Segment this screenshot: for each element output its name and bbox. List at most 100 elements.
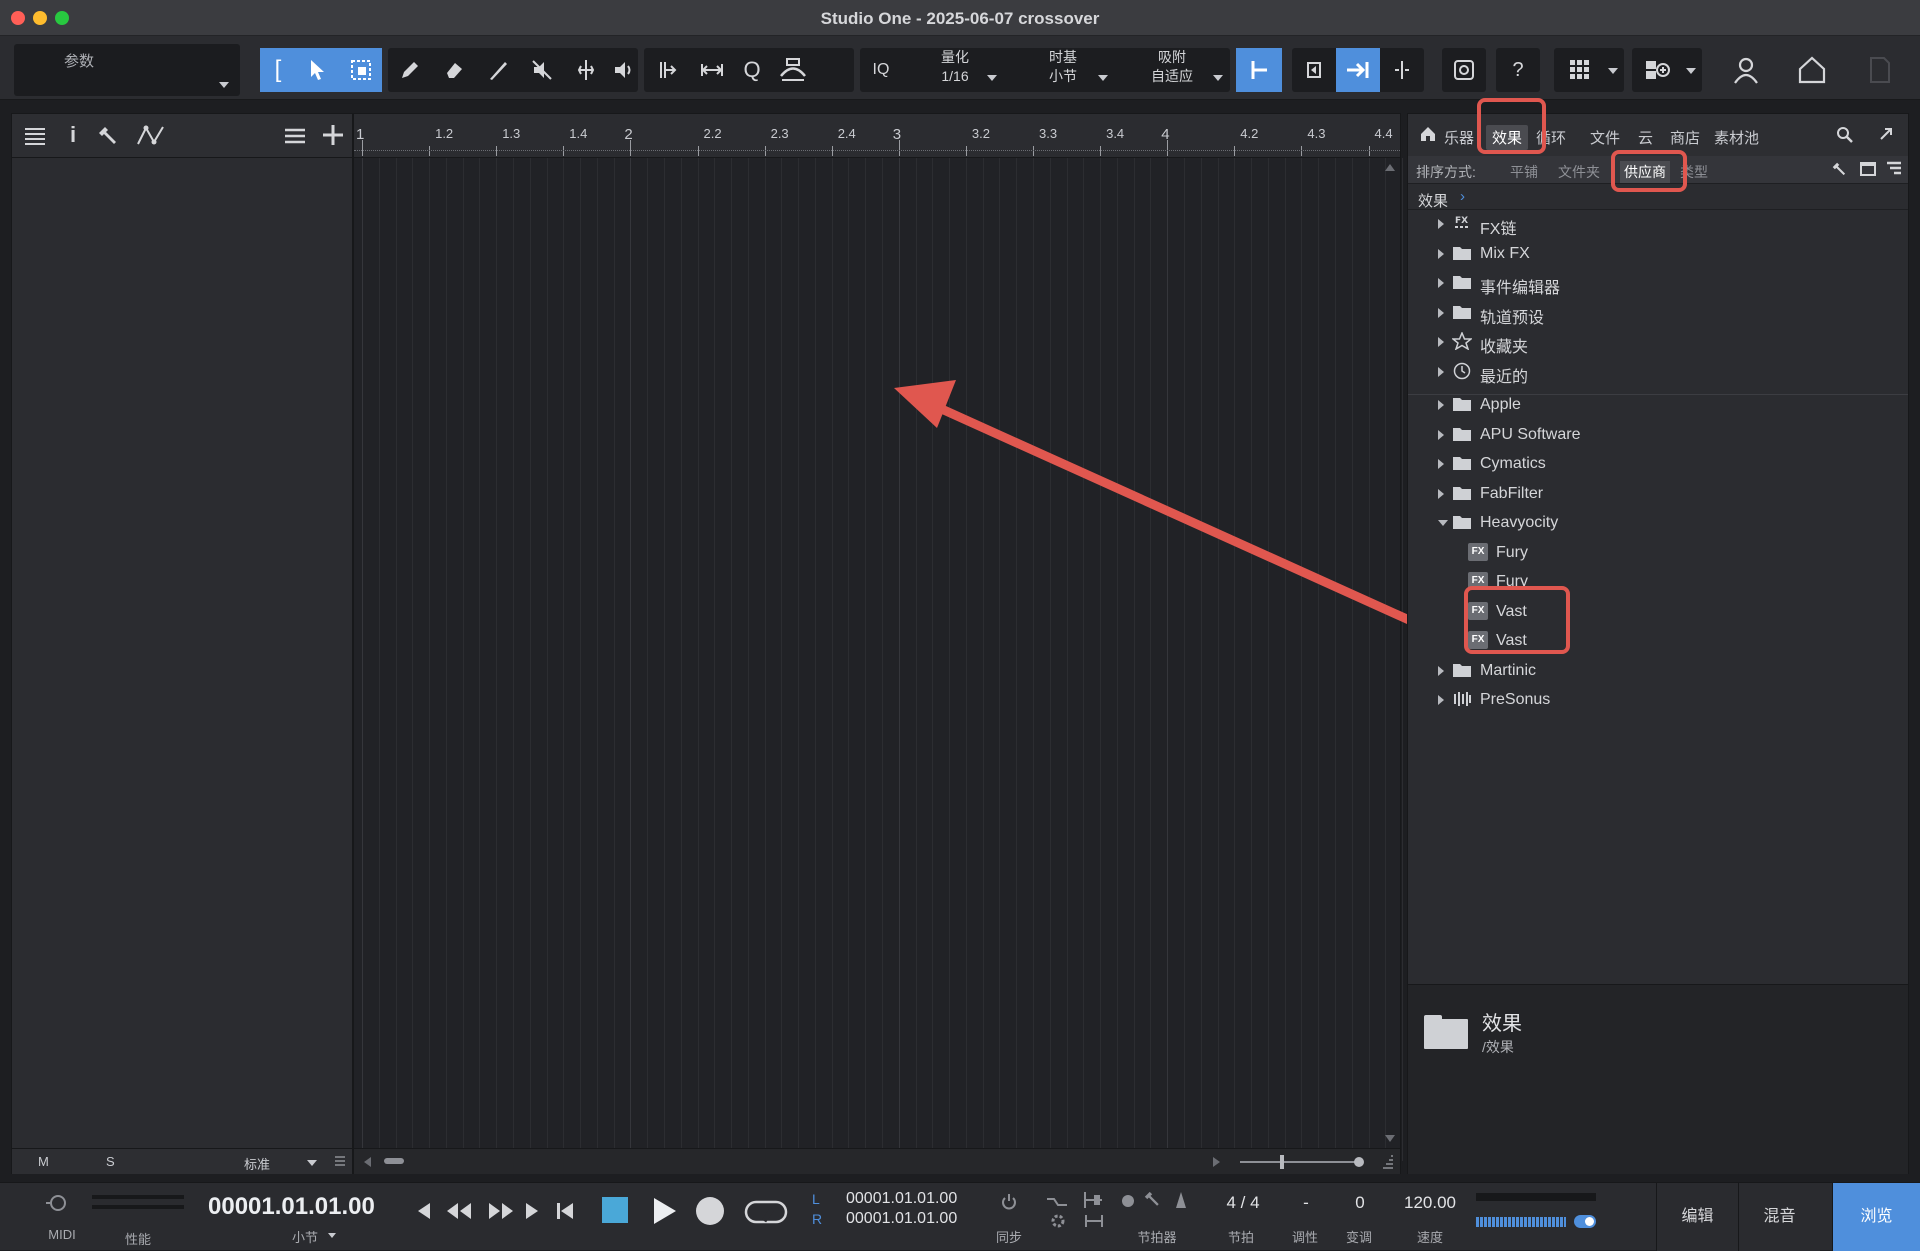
arrow-tool-button[interactable] xyxy=(296,48,340,92)
timestretch-button[interactable] xyxy=(690,48,734,92)
tree-item[interactable]: 最近的 xyxy=(1408,358,1908,386)
tree-item[interactable]: 事件编辑器 xyxy=(1408,269,1908,297)
track-height-selector[interactable]: 标准 xyxy=(244,1154,270,1173)
transpose-display[interactable]: 0 xyxy=(1350,1193,1370,1213)
quantize-selector[interactable]: 量化 1/16 xyxy=(920,48,990,92)
window-icon[interactable] xyxy=(1860,162,1876,176)
tree-item[interactable]: Martinic xyxy=(1408,657,1908,685)
help-button[interactable]: ? xyxy=(1496,48,1540,92)
chevron-right-icon[interactable] xyxy=(1438,278,1444,288)
scroll-up-icon[interactable] xyxy=(1384,162,1396,172)
chevron-right-icon[interactable] xyxy=(1438,400,1444,410)
autopunch-icon[interactable] xyxy=(1084,1213,1104,1229)
sort-option[interactable]: 平铺 xyxy=(1510,162,1538,182)
wrench-icon[interactable] xyxy=(1832,162,1848,178)
split-cursor-button[interactable] xyxy=(1380,48,1424,92)
zoom-end-handle[interactable] xyxy=(1354,1157,1364,1167)
metronome-icon[interactable] xyxy=(1172,1191,1190,1209)
tree-item[interactable]: Mix FX xyxy=(1408,240,1908,268)
chevron-right-icon[interactable] xyxy=(1438,488,1444,499)
expand-icon[interactable] xyxy=(1878,126,1894,142)
browser-tab[interactable]: 乐器 xyxy=(1444,127,1474,148)
mute-all-button[interactable]: M xyxy=(38,1154,49,1169)
info-icon[interactable]: i xyxy=(70,122,76,148)
tree-item[interactable]: Apple xyxy=(1408,391,1908,419)
key-display[interactable]: - xyxy=(1296,1193,1316,1213)
time-unit-label[interactable]: 小节 xyxy=(290,1227,320,1246)
list-view-icon[interactable] xyxy=(24,126,46,146)
scroll-thumb[interactable] xyxy=(384,1158,404,1164)
chevron-right-icon[interactable]: › xyxy=(1460,188,1465,205)
wrench-icon[interactable] xyxy=(98,126,120,148)
chevron-right-icon[interactable] xyxy=(1438,665,1444,676)
tree-item[interactable]: 收藏夹 xyxy=(1408,328,1908,356)
stop-button[interactable] xyxy=(602,1197,628,1223)
scroll-down-icon[interactable] xyxy=(1384,1134,1396,1144)
listen-tool-button[interactable] xyxy=(608,48,638,92)
zoom-slider-handle[interactable] xyxy=(1280,1155,1284,1169)
forward-to-marker-button[interactable] xyxy=(524,1201,540,1221)
automation-icon[interactable] xyxy=(136,124,166,148)
pencil-tool-button[interactable] xyxy=(388,48,432,92)
params-panel[interactable]: 参数 xyxy=(14,44,240,96)
mute-tool-button[interactable] xyxy=(520,48,564,92)
timebase-selector[interactable]: 时基 小节 xyxy=(1028,48,1098,92)
scroll-left-icon[interactable] xyxy=(362,1156,372,1168)
home-button[interactable] xyxy=(1790,48,1834,92)
eraser-tool-button[interactable] xyxy=(432,48,476,92)
settings-button[interactable] xyxy=(1442,48,1486,92)
layout-button[interactable] xyxy=(1636,48,1680,92)
fast-forward-button[interactable] xyxy=(488,1201,514,1221)
account-button[interactable] xyxy=(1724,48,1768,92)
scroll-right-icon[interactable] xyxy=(1212,1156,1222,1168)
list-options-icon[interactable] xyxy=(1886,161,1902,177)
chevron-right-icon[interactable] xyxy=(1438,459,1444,469)
arrangement-view[interactable]: 1 1.2 1.3 1.4 2 2.2 2.3 2.4 3 3.2 3.3 3.4 4 4.2 4.3 4.4 xyxy=(353,113,1420,1174)
browser-tab[interactable]: 素材池 xyxy=(1714,127,1759,148)
tree-item[interactable]: PreSonus xyxy=(1408,686,1908,714)
track-options-icon[interactable] xyxy=(284,126,306,146)
tree-item[interactable]: FabFilter xyxy=(1408,480,1908,508)
solo-all-button[interactable]: S xyxy=(106,1154,115,1169)
chevron-right-icon[interactable] xyxy=(1438,248,1444,259)
range-tool-button[interactable]: [ xyxy=(260,48,296,92)
precount-icon[interactable] xyxy=(1046,1193,1068,1209)
split-tool-button[interactable] xyxy=(564,48,608,92)
record-button[interactable] xyxy=(696,1197,724,1225)
tree-item[interactable]: 轨道预设 xyxy=(1408,299,1908,327)
sync-icon[interactable] xyxy=(1000,1193,1018,1211)
chevron-right-icon[interactable] xyxy=(1438,366,1444,377)
tree-item[interactable]: Heavyocity xyxy=(1408,509,1908,537)
tree-item[interactable]: APU Software xyxy=(1408,421,1908,449)
paint-tool-button[interactable] xyxy=(476,48,520,92)
chevron-right-icon[interactable] xyxy=(1438,219,1444,229)
rewind-to-marker-button[interactable] xyxy=(416,1201,432,1221)
search-icon[interactable] xyxy=(1836,126,1854,144)
chevron-right-icon[interactable] xyxy=(1438,307,1444,318)
timeline-ruler[interactable]: 1 1.2 1.3 1.4 2 2.2 2.3 2.4 3 3.2 3.3 3.4 4 4.2 4.3 4.4 xyxy=(354,114,1400,158)
iq-button[interactable]: IQ xyxy=(866,48,896,92)
gear-icon[interactable] xyxy=(1050,1213,1066,1229)
add-track-icon[interactable] xyxy=(322,124,344,146)
horizontal-scrollbar[interactable] xyxy=(354,1148,1400,1174)
tempo-display[interactable]: 120.00 xyxy=(1400,1193,1460,1213)
time-signature-display[interactable]: 4 / 4 xyxy=(1218,1193,1268,1213)
view-switch-button[interactable]: 浏览 xyxy=(1832,1183,1920,1251)
breadcrumb-item[interactable]: 效果 xyxy=(1418,190,1448,211)
browser-tab[interactable]: 商店 xyxy=(1670,127,1700,148)
select-tool-button[interactable] xyxy=(340,48,382,92)
return-to-zero-button[interactable] xyxy=(556,1201,574,1221)
chevron-down-icon[interactable] xyxy=(1438,520,1448,526)
wrench-icon[interactable] xyxy=(1144,1191,1162,1209)
grid-view-button[interactable] xyxy=(1558,48,1602,92)
zoom-menu-icon[interactable] xyxy=(1382,1155,1394,1169)
zoom-slider[interactable] xyxy=(1240,1161,1360,1163)
time-display[interactable]: 00001.01.01.00 xyxy=(208,1193,375,1221)
view-switch-button[interactable]: 混音 xyxy=(1738,1183,1820,1251)
play-button[interactable] xyxy=(652,1197,678,1225)
sort-option[interactable]: 文件夹 xyxy=(1558,162,1600,182)
song-page-button[interactable] xyxy=(1858,48,1902,92)
click-icon[interactable] xyxy=(1122,1195,1134,1207)
chevron-right-icon[interactable] xyxy=(1438,695,1444,705)
chevron-right-icon[interactable] xyxy=(1438,429,1444,440)
